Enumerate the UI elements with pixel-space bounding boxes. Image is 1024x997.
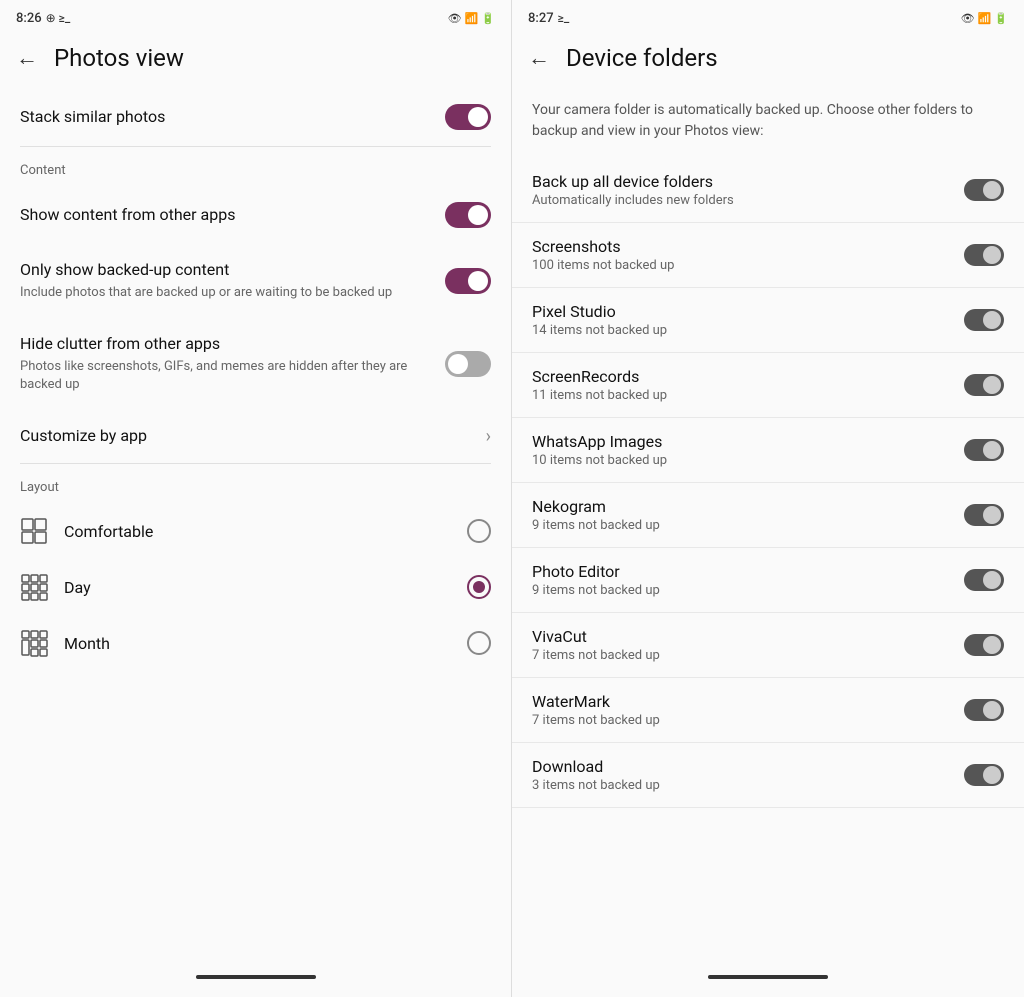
folder-toggle-7[interactable] bbox=[964, 634, 1004, 656]
folder-name: WhatsApp Images bbox=[532, 432, 964, 451]
comfortable-icon bbox=[20, 517, 48, 545]
show-content-toggle[interactable] bbox=[445, 202, 491, 228]
nav-indicator-right bbox=[708, 975, 828, 979]
folder-row: Screenshots 100 items not backed up bbox=[512, 223, 1024, 288]
nav-indicator-left bbox=[196, 975, 316, 979]
folder-toggle-1[interactable] bbox=[964, 244, 1004, 266]
folder-row: VivaCut 7 items not backed up bbox=[512, 613, 1024, 678]
toggle-knob bbox=[468, 107, 488, 127]
folder-sub: 3 items not backed up bbox=[532, 778, 964, 793]
status-time-right: 8:27 ≥_ bbox=[528, 11, 569, 26]
folder-name: ScreenRecords bbox=[532, 367, 964, 386]
left-content: Stack similar photos Content Show conten… bbox=[0, 88, 511, 965]
folder-name: Pixel Studio bbox=[532, 302, 964, 321]
month-icon bbox=[20, 629, 48, 657]
folder-toggle-6[interactable] bbox=[964, 569, 1004, 591]
only-backed-up-label: Only show backed-up content bbox=[20, 260, 429, 281]
folder-row: Pixel Studio 14 items not backed up bbox=[512, 288, 1024, 353]
hide-clutter-label: Hide clutter from other apps bbox=[20, 334, 429, 355]
description-text: Your camera folder is automatically back… bbox=[512, 88, 1024, 158]
folder-sub: 9 items not backed up bbox=[532, 518, 964, 533]
hide-clutter-toggle[interactable] bbox=[445, 351, 491, 377]
back-button-left[interactable]: ← bbox=[16, 45, 38, 71]
page-header-left: ← Photos view bbox=[0, 32, 511, 88]
folder-sub: 10 items not backed up bbox=[532, 453, 964, 468]
folder-name: Back up all device folders bbox=[532, 172, 964, 191]
setting-hide-clutter: Hide clutter from other apps Photos like… bbox=[0, 318, 511, 410]
folder-name: VivaCut bbox=[532, 627, 964, 646]
folder-name: WaterMark bbox=[532, 692, 964, 711]
folder-sub: 7 items not backed up bbox=[532, 713, 964, 728]
nav-bar-left bbox=[0, 965, 511, 997]
folder-row: Back up all device folders Automatically… bbox=[512, 158, 1024, 223]
toggle-knob bbox=[468, 205, 488, 225]
folder-sub: 14 items not backed up bbox=[532, 323, 964, 338]
chevron-right-icon: › bbox=[486, 426, 491, 447]
content-section-label: Content bbox=[0, 147, 511, 186]
stack-similar-toggle[interactable] bbox=[445, 104, 491, 130]
folder-sub: 7 items not backed up bbox=[532, 648, 964, 663]
layout-section-label: Layout bbox=[0, 464, 511, 503]
folder-toggle-0[interactable] bbox=[964, 179, 1004, 201]
customize-by-app-row[interactable]: Customize by app › bbox=[0, 410, 511, 463]
radio-dot bbox=[473, 581, 485, 593]
toggle-knob bbox=[448, 354, 468, 374]
folder-row: Photo Editor 9 items not backed up bbox=[512, 548, 1024, 613]
page-title-right: Device folders bbox=[566, 44, 718, 72]
setting-stack-similar: Stack similar photos bbox=[0, 88, 511, 146]
folder-toggle-4[interactable] bbox=[964, 439, 1004, 461]
status-time-left: 8:26 ⊕ ≥_ bbox=[16, 11, 70, 26]
show-content-label: Show content from other apps bbox=[20, 205, 429, 226]
nav-bar-right bbox=[512, 965, 1024, 997]
stack-similar-label: Stack similar photos bbox=[20, 107, 429, 128]
folder-name: Photo Editor bbox=[532, 562, 964, 581]
page-title-left: Photos view bbox=[54, 44, 184, 72]
comfortable-label: Comfortable bbox=[64, 522, 451, 541]
layout-comfortable[interactable]: Comfortable bbox=[0, 503, 511, 559]
setting-only-backed-up: Only show backed-up content Include phot… bbox=[0, 244, 511, 318]
folder-toggle-9[interactable] bbox=[964, 764, 1004, 786]
day-label: Day bbox=[64, 578, 451, 597]
folder-sub: Automatically includes new folders bbox=[532, 193, 964, 208]
right-panel: 8:27 ≥_ 👁 📶 🔋 ← Device folders Your came… bbox=[512, 0, 1024, 997]
folder-name: Download bbox=[532, 757, 964, 776]
folder-row: ScreenRecords 11 items not backed up bbox=[512, 353, 1024, 418]
left-panel: 8:26 ⊕ ≥_ 👁 📶 🔋 ← Photos view Stack simi… bbox=[0, 0, 512, 997]
folder-sub: 9 items not backed up bbox=[532, 583, 964, 598]
status-icons-left: 👁 📶 🔋 bbox=[448, 12, 495, 25]
folder-toggle-2[interactable] bbox=[964, 309, 1004, 331]
only-backed-up-sublabel: Include photos that are backed up or are… bbox=[20, 284, 429, 302]
folder-row: WaterMark 7 items not backed up bbox=[512, 678, 1024, 743]
hide-clutter-sublabel: Photos like screenshots, GIFs, and memes… bbox=[20, 358, 429, 394]
month-label: Month bbox=[64, 634, 451, 653]
folder-list: Back up all device folders Automatically… bbox=[512, 158, 1024, 965]
day-radio[interactable] bbox=[467, 575, 491, 599]
folder-row: WhatsApp Images 10 items not backed up bbox=[512, 418, 1024, 483]
month-radio[interactable] bbox=[467, 631, 491, 655]
customize-by-app-label: Customize by app bbox=[20, 426, 470, 447]
folder-sub: 100 items not backed up bbox=[532, 258, 964, 273]
layout-day[interactable]: Day bbox=[0, 559, 511, 615]
only-backed-up-toggle[interactable] bbox=[445, 268, 491, 294]
comfortable-radio[interactable] bbox=[467, 519, 491, 543]
folder-toggle-8[interactable] bbox=[964, 699, 1004, 721]
page-header-right: ← Device folders bbox=[512, 32, 1024, 88]
folder-row: Nekogram 9 items not backed up bbox=[512, 483, 1024, 548]
folder-sub: 11 items not backed up bbox=[532, 388, 964, 403]
back-button-right[interactable]: ← bbox=[528, 45, 550, 71]
status-bar-right: 8:27 ≥_ 👁 📶 🔋 bbox=[512, 0, 1024, 32]
folder-name: Screenshots bbox=[532, 237, 964, 256]
toggle-knob bbox=[468, 271, 488, 291]
folder-name: Nekogram bbox=[532, 497, 964, 516]
folder-toggle-5[interactable] bbox=[964, 504, 1004, 526]
layout-month[interactable]: Month bbox=[0, 615, 511, 671]
folder-toggle-3[interactable] bbox=[964, 374, 1004, 396]
folder-row: Download 3 items not backed up bbox=[512, 743, 1024, 808]
setting-show-content: Show content from other apps bbox=[0, 186, 511, 244]
status-bar-left: 8:26 ⊕ ≥_ 👁 📶 🔋 bbox=[0, 0, 511, 32]
day-icon bbox=[20, 573, 48, 601]
status-icons-right: 👁 📶 🔋 bbox=[961, 12, 1008, 25]
